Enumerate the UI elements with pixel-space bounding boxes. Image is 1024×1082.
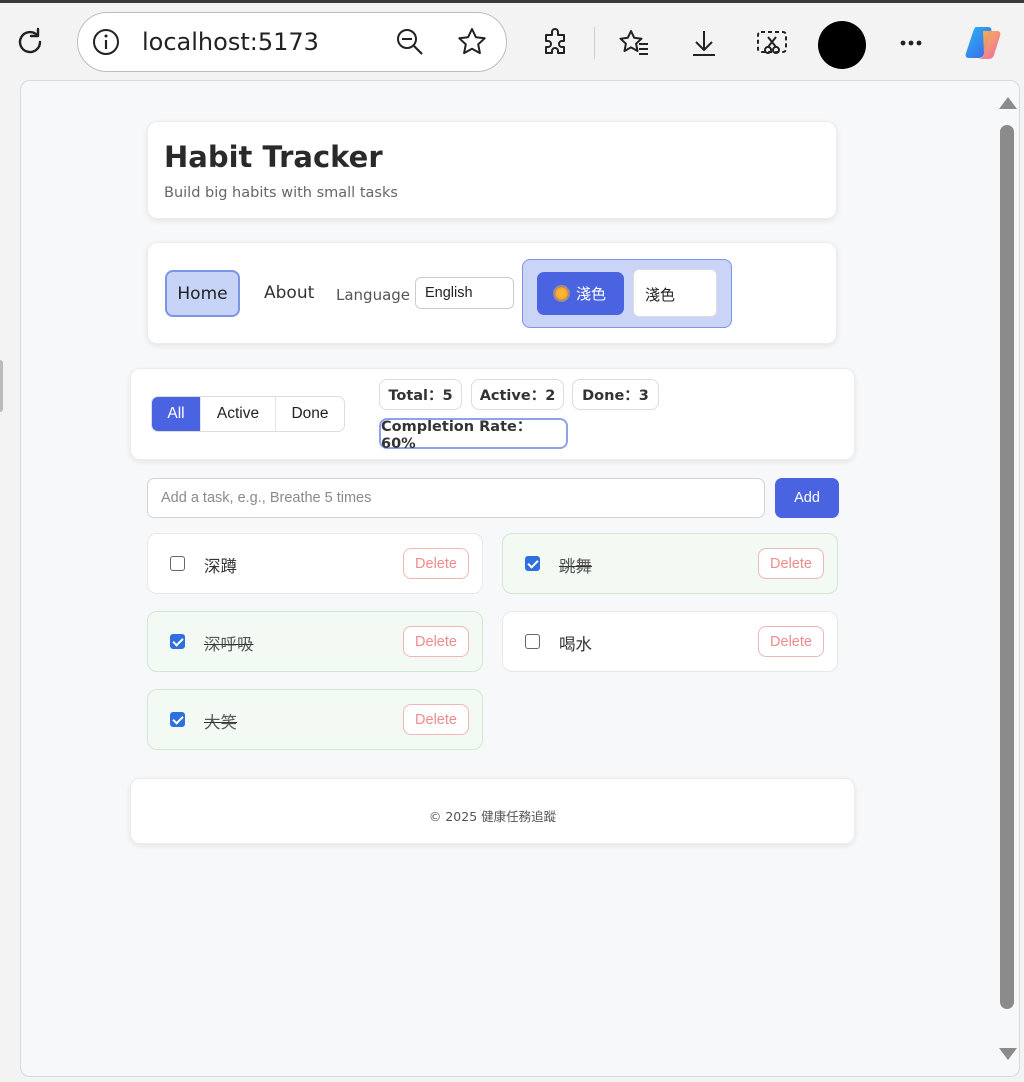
- app-subtitle: Build big habits with small tasks: [164, 185, 398, 201]
- task-checkbox[interactable]: [170, 556, 185, 571]
- address-bar[interactable]: localhost:5173: [77, 12, 507, 72]
- nav-home-link[interactable]: Home: [165, 270, 240, 317]
- extensions-icon[interactable]: [536, 23, 576, 63]
- header-card: Habit Tracker Build big habits with smal…: [147, 121, 837, 219]
- stat-active-badge: Active：2: [471, 379, 564, 410]
- more-options-icon[interactable]: [891, 23, 931, 63]
- add-task-input[interactable]: Add a task, e.g., Breathe 5 times: [147, 478, 765, 518]
- browser-toolbar: localhost:5173: [0, 3, 1024, 80]
- footer-card: © 2025 健康任務追蹤: [130, 778, 855, 844]
- completion-rate-badge: Completion Rate：60%: [379, 418, 568, 452]
- stat-done-badge: Done：3: [572, 379, 659, 410]
- delete-task-button[interactable]: Delete: [403, 548, 469, 579]
- language-label: Language: [336, 286, 411, 304]
- footer-text: © 2025 健康任務追蹤: [428, 809, 557, 824]
- site-info-icon[interactable]: [86, 22, 126, 62]
- sun-icon: [554, 287, 568, 300]
- page-viewport: Habit Tracker Build big habits with smal…: [20, 80, 1020, 1077]
- task-name: 大笑: [204, 713, 237, 732]
- stat-total-badge: Total：5: [379, 379, 462, 410]
- language-select[interactable]: English: [415, 277, 514, 309]
- theme-select[interactable]: 淺色: [633, 269, 717, 317]
- zoom-out-icon[interactable]: [390, 22, 430, 62]
- scroll-thumb[interactable]: [1000, 125, 1014, 1009]
- task-item: 大笑 Delete: [147, 689, 483, 750]
- nav-about-link[interactable]: About: [264, 283, 314, 303]
- task-name: 深呼吸: [204, 635, 254, 654]
- filter-segmented-control: All Active Done: [151, 396, 345, 432]
- delete-task-button[interactable]: Delete: [403, 704, 469, 735]
- task-name: 深蹲: [204, 557, 237, 576]
- task-checkbox[interactable]: [170, 712, 185, 727]
- task-checkbox[interactable]: [525, 556, 540, 571]
- favorite-star-icon[interactable]: [452, 22, 492, 62]
- side-panel-handle[interactable]: [0, 360, 3, 412]
- task-item: 深蹲 Delete: [147, 533, 483, 594]
- scroll-up-arrow-icon[interactable]: [999, 97, 1017, 109]
- vertical-scrollbar[interactable]: [993, 81, 1019, 1076]
- theme-toggle-button[interactable]: 淺色: [537, 272, 624, 315]
- task-item: 喝水 Delete: [502, 611, 838, 672]
- favorites-icon[interactable]: [614, 23, 654, 63]
- theme-group: 淺色 淺色: [522, 259, 732, 328]
- delete-task-button[interactable]: Delete: [758, 548, 824, 579]
- nav-card: Home About Language English 淺色 淺色: [147, 242, 837, 344]
- profile-avatar[interactable]: [818, 21, 866, 69]
- toolbar-separator: [594, 27, 595, 59]
- app-title: Habit Tracker: [164, 140, 383, 174]
- url-text: localhost:5173: [142, 28, 319, 56]
- screenshot-icon[interactable]: [752, 23, 792, 63]
- refresh-icon[interactable]: [10, 22, 50, 62]
- copilot-icon[interactable]: [960, 20, 1008, 66]
- filter-done-button[interactable]: Done: [276, 397, 344, 431]
- scroll-down-arrow-icon[interactable]: [999, 1048, 1017, 1060]
- delete-task-button[interactable]: Delete: [403, 626, 469, 657]
- filter-all-button[interactable]: All: [152, 397, 201, 431]
- downloads-icon[interactable]: [684, 23, 724, 63]
- task-name: 喝水: [559, 635, 592, 654]
- task-checkbox[interactable]: [525, 634, 540, 649]
- theme-toggle-label: 淺色: [575, 286, 606, 303]
- filter-active-button[interactable]: Active: [201, 397, 276, 431]
- add-task-button[interactable]: Add: [775, 478, 839, 518]
- task-checkbox[interactable]: [170, 634, 185, 649]
- task-item: 跳舞 Delete: [502, 533, 838, 594]
- task-name: 跳舞: [559, 557, 592, 576]
- task-item: 深呼吸 Delete: [147, 611, 483, 672]
- delete-task-button[interactable]: Delete: [758, 626, 824, 657]
- filter-card: All Active Done Total：5 Active：2 Done：3 …: [130, 368, 855, 460]
